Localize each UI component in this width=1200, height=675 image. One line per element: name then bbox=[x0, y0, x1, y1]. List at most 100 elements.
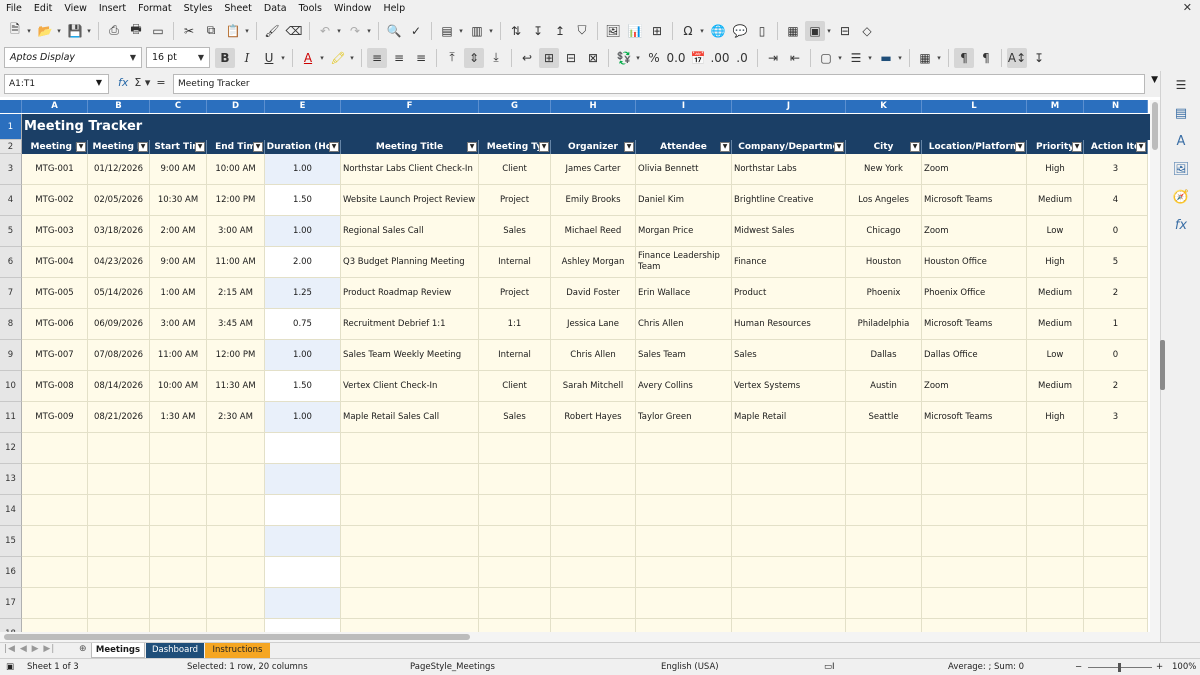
unmerge-cells-icon[interactable]: ⊠ bbox=[583, 48, 603, 68]
table-cell[interactable] bbox=[732, 464, 846, 495]
table-cell[interactable] bbox=[846, 557, 922, 588]
table-header-cell[interactable]: Start Tim ▼ bbox=[150, 140, 207, 154]
column-header-n[interactable]: N bbox=[1084, 100, 1148, 113]
table-cell[interactable] bbox=[922, 526, 1027, 557]
table-header-cell[interactable]: Meeting Ty ▼ bbox=[479, 140, 551, 154]
filter-dropdown-icon[interactable]: ▼ bbox=[539, 142, 549, 152]
table-cell[interactable]: 1.50 bbox=[265, 371, 341, 402]
print-preview-icon[interactable]: ▭ bbox=[148, 21, 168, 41]
table-cell[interactable]: 12:00 PM bbox=[207, 185, 265, 216]
align-right-icon[interactable]: ≡ bbox=[411, 48, 431, 68]
table-cell[interactable] bbox=[922, 588, 1027, 619]
row-header[interactable]: 6 bbox=[0, 247, 22, 278]
table-cell[interactable]: Brightline Creative bbox=[732, 185, 846, 216]
table-cell[interactable] bbox=[150, 495, 207, 526]
table-cell[interactable]: Finance Leadership Team bbox=[636, 247, 732, 278]
redo-icon[interactable]: ↷ bbox=[345, 21, 365, 41]
table-cell[interactable]: Microsoft Teams bbox=[922, 185, 1027, 216]
select-all-corner[interactable] bbox=[0, 100, 22, 113]
table-cell[interactable]: 03/18/2026 bbox=[88, 216, 150, 247]
filter-dropdown-icon[interactable]: ▼ bbox=[1015, 142, 1025, 152]
conditional-dropdown-icon[interactable]: ▾ bbox=[935, 48, 943, 68]
table-cell[interactable]: 2:30 AM bbox=[207, 402, 265, 433]
table-cell[interactable]: MTG-005 bbox=[22, 278, 88, 309]
table-header-cell[interactable]: End Tim ▼ bbox=[207, 140, 265, 154]
table-cell[interactable] bbox=[265, 588, 341, 619]
zoom-in-icon[interactable]: + bbox=[1156, 662, 1163, 672]
table-cell[interactable]: Medium bbox=[1027, 309, 1084, 340]
function-wizard-icon[interactable]: fx bbox=[118, 76, 128, 89]
table-cell[interactable] bbox=[88, 464, 150, 495]
table-cell[interactable] bbox=[479, 526, 551, 557]
table-cell[interactable] bbox=[22, 619, 88, 632]
menu-item-window[interactable]: Window bbox=[328, 0, 377, 17]
table-cell[interactable]: Zoom bbox=[922, 154, 1027, 185]
sort-descending-icon[interactable]: ↥ bbox=[550, 21, 570, 41]
font-color-dropdown-icon[interactable]: ▾ bbox=[318, 48, 326, 68]
add-sheet-icon[interactable]: ⊕ bbox=[79, 644, 87, 654]
sum-summary[interactable]: Average: ; Sum: 0 bbox=[948, 662, 1024, 672]
table-cell[interactable]: Maple Retail bbox=[732, 402, 846, 433]
table-cell[interactable] bbox=[551, 557, 636, 588]
new-dropdown-icon[interactable]: ▾ bbox=[25, 21, 33, 41]
table-cell[interactable] bbox=[551, 464, 636, 495]
filter-dropdown-icon[interactable]: ▼ bbox=[195, 142, 205, 152]
table-cell[interactable]: Product bbox=[732, 278, 846, 309]
table-cell[interactable]: Website Launch Project Review bbox=[341, 185, 479, 216]
table-cell[interactable] bbox=[846, 495, 922, 526]
currency-format-icon[interactable]: 💱 bbox=[614, 48, 634, 68]
hyperlink-icon[interactable]: 🌐 bbox=[708, 21, 728, 41]
table-cell[interactable]: Client bbox=[479, 154, 551, 185]
table-cell[interactable]: Morgan Price bbox=[636, 216, 732, 247]
column-header-i[interactable]: I bbox=[636, 100, 732, 113]
row-header[interactable]: 8 bbox=[0, 309, 22, 340]
filter-dropdown-icon[interactable]: ▼ bbox=[467, 142, 477, 152]
font-size-box[interactable]: 16 pt ▼ bbox=[146, 47, 210, 68]
column-header-a[interactable]: A bbox=[22, 100, 88, 113]
row-header[interactable]: 16 bbox=[0, 557, 22, 588]
open-icon[interactable]: 📂 bbox=[35, 21, 55, 41]
table-header-cell[interactable]: Attendee ▼ bbox=[636, 140, 732, 154]
table-cell[interactable]: 06/09/2026 bbox=[88, 309, 150, 340]
table-cell[interactable] bbox=[265, 464, 341, 495]
row-header[interactable]: 11 bbox=[0, 402, 22, 433]
freeze-dropdown-icon[interactable]: ▾ bbox=[825, 21, 833, 41]
table-cell[interactable] bbox=[732, 619, 846, 632]
column-header-c[interactable]: C bbox=[150, 100, 207, 113]
menu-item-format[interactable]: Format bbox=[132, 0, 177, 17]
wrap-text-icon[interactable]: ↩ bbox=[517, 48, 537, 68]
table-header-cell[interactable]: Meeting D ▼ bbox=[88, 140, 150, 154]
table-cell[interactable] bbox=[846, 588, 922, 619]
table-header-cell[interactable]: Duration (Hou ▼ bbox=[265, 140, 341, 154]
close-document-icon[interactable]: ✕ bbox=[1183, 1, 1192, 14]
table-cell[interactable]: Microsoft Teams bbox=[922, 309, 1027, 340]
table-cell[interactable]: James Carter bbox=[551, 154, 636, 185]
table-cell[interactable] bbox=[341, 619, 479, 632]
table-cell[interactable]: 1.50 bbox=[265, 185, 341, 216]
table-cell[interactable]: Finance bbox=[732, 247, 846, 278]
table-cell[interactable] bbox=[265, 433, 341, 464]
pivot-table-icon[interactable]: ⊞ bbox=[647, 21, 667, 41]
menu-item-data[interactable]: Data bbox=[258, 0, 293, 17]
table-cell[interactable]: Daniel Kim bbox=[636, 185, 732, 216]
table-cell[interactable]: Zoom bbox=[922, 371, 1027, 402]
redo-dropdown-icon[interactable]: ▾ bbox=[365, 21, 373, 41]
border-color-dropdown-icon[interactable]: ▾ bbox=[896, 48, 904, 68]
number-format-icon[interactable]: 0.0 bbox=[666, 48, 686, 68]
align-bottom-icon[interactable]: ⤓ bbox=[486, 48, 506, 68]
table-cell[interactable] bbox=[1084, 495, 1148, 526]
split-window-icon[interactable]: ⊟ bbox=[835, 21, 855, 41]
sum-icon[interactable]: Σ ▾ bbox=[134, 76, 150, 89]
column-header-d[interactable]: D bbox=[207, 100, 265, 113]
column-header-b[interactable]: B bbox=[88, 100, 150, 113]
table-cell[interactable] bbox=[341, 557, 479, 588]
save-dropdown-icon[interactable]: ▾ bbox=[85, 21, 93, 41]
table-cell[interactable] bbox=[265, 526, 341, 557]
insert-mode-icon[interactable]: ▭I bbox=[824, 662, 835, 672]
table-cell[interactable] bbox=[22, 557, 88, 588]
spelling-icon[interactable]: ✓ bbox=[406, 21, 426, 41]
table-cell[interactable]: Sales bbox=[479, 216, 551, 247]
column-header-e[interactable]: E bbox=[265, 100, 341, 113]
table-cell[interactable]: 4 bbox=[1084, 185, 1148, 216]
freeze-rows-columns-icon[interactable]: ▣ bbox=[805, 20, 825, 41]
